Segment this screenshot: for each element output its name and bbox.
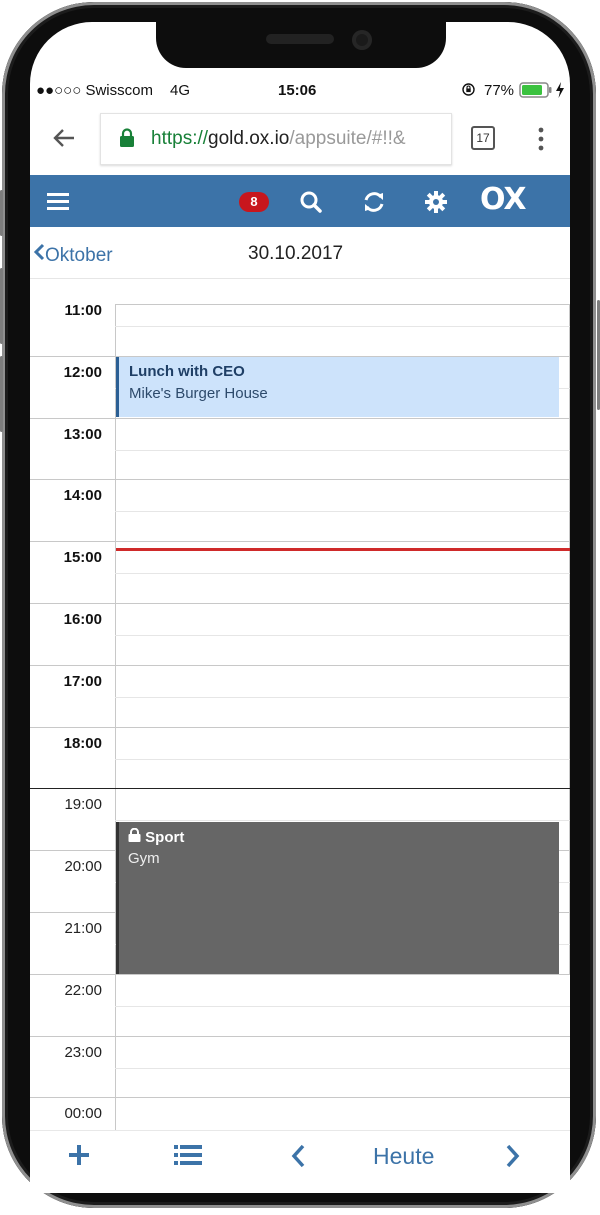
network-label: 4G — [170, 82, 191, 99]
current-time-indicator — [116, 548, 570, 551]
hour-line — [30, 665, 570, 666]
header-divider — [30, 278, 570, 279]
gear-icon[interactable] — [425, 191, 447, 213]
list-icon[interactable] — [174, 1145, 202, 1165]
hour-label: 14:00 — [63, 487, 102, 504]
half-hour-line — [115, 1006, 570, 1007]
rotation-lock-icon — [462, 83, 475, 96]
half-hour-line — [115, 326, 570, 327]
add-icon[interactable] — [67, 1143, 91, 1167]
hour-label: 15:00 — [63, 549, 102, 566]
tabs-icon[interactable]: 17 — [471, 126, 495, 150]
hour-line — [30, 479, 570, 480]
half-hour-line — [115, 511, 570, 512]
hour-label: 17:00 — [63, 673, 102, 690]
hour-line — [30, 418, 570, 419]
clock: 15:06 — [278, 82, 317, 99]
carrier-label: ●●○○○ Swisscom — [36, 82, 153, 99]
hour-label: 11:00 — [64, 302, 102, 319]
hour-line — [30, 788, 570, 789]
speaker — [266, 34, 334, 44]
appointment-lunch[interactable]: Lunch with CEO Mike's Burger House — [116, 357, 559, 417]
previous-icon[interactable] — [290, 1144, 306, 1168]
charging-icon — [555, 82, 565, 98]
hour-label: 12:00 — [63, 364, 102, 381]
back-arrow-icon[interactable] — [50, 124, 78, 152]
chevron-left-icon — [33, 243, 45, 267]
today-button[interactable]: Heute — [373, 1143, 434, 1170]
half-hour-line — [115, 635, 570, 636]
half-hour-line — [115, 759, 570, 760]
mute-switch — [0, 190, 3, 236]
menu-dots-icon[interactable] — [536, 127, 546, 151]
half-hour-line — [115, 820, 570, 821]
date-title: 30.10.2017 — [248, 243, 344, 264]
appointment-sport[interactable]: Sport Gym — [116, 822, 559, 974]
appointment-location: Gym — [128, 850, 160, 867]
hour-line — [30, 727, 570, 728]
volume-down-button — [0, 356, 3, 432]
hour-label: 19:00 — [64, 796, 102, 813]
hour-label: 21:00 — [64, 920, 102, 937]
next-icon[interactable] — [505, 1144, 521, 1168]
volume-up-button — [0, 268, 3, 344]
appointment-location: Mike's Burger House — [129, 385, 268, 402]
lock-icon — [119, 128, 135, 148]
battery-percent: 77% — [484, 82, 515, 99]
appointment-title: Lunch with CEO — [129, 363, 245, 380]
url-bar[interactable]: https://gold.ox.io/appsuite/#!!& — [100, 113, 452, 165]
half-hour-line — [115, 573, 570, 574]
hour-label: 16:00 — [63, 611, 102, 628]
search-icon[interactable] — [300, 191, 322, 213]
hour-label: 00:00 — [64, 1105, 102, 1122]
refresh-icon[interactable] — [362, 190, 386, 214]
appointment-title: Sport — [128, 827, 184, 846]
notification-badge[interactable]: 8 — [239, 192, 269, 212]
hour-label: 18:00 — [63, 735, 102, 752]
hour-line — [30, 1036, 570, 1037]
private-lock-icon — [128, 827, 141, 846]
hamburger-menu-icon[interactable] — [47, 191, 69, 211]
front-camera — [352, 30, 372, 50]
back-to-month-link[interactable]: Oktober — [33, 243, 113, 267]
battery-icon — [519, 82, 553, 98]
hour-line — [30, 603, 570, 604]
grid-right-line — [569, 304, 570, 974]
half-hour-line — [115, 697, 570, 698]
hour-label: 13:00 — [63, 426, 102, 443]
ox-logo: OX — [480, 182, 527, 217]
hour-line — [30, 974, 570, 975]
hour-line — [30, 541, 570, 542]
hour-label: 20:00 — [64, 858, 102, 875]
grid-top-line — [115, 304, 570, 305]
url-text: https://gold.ox.io/appsuite/#!!& — [151, 128, 406, 149]
hour-line — [30, 1097, 570, 1098]
half-hour-line — [115, 450, 570, 451]
half-hour-line — [115, 1068, 570, 1069]
hour-label: 22:00 — [64, 982, 102, 999]
hour-label: 23:00 — [64, 1044, 102, 1061]
